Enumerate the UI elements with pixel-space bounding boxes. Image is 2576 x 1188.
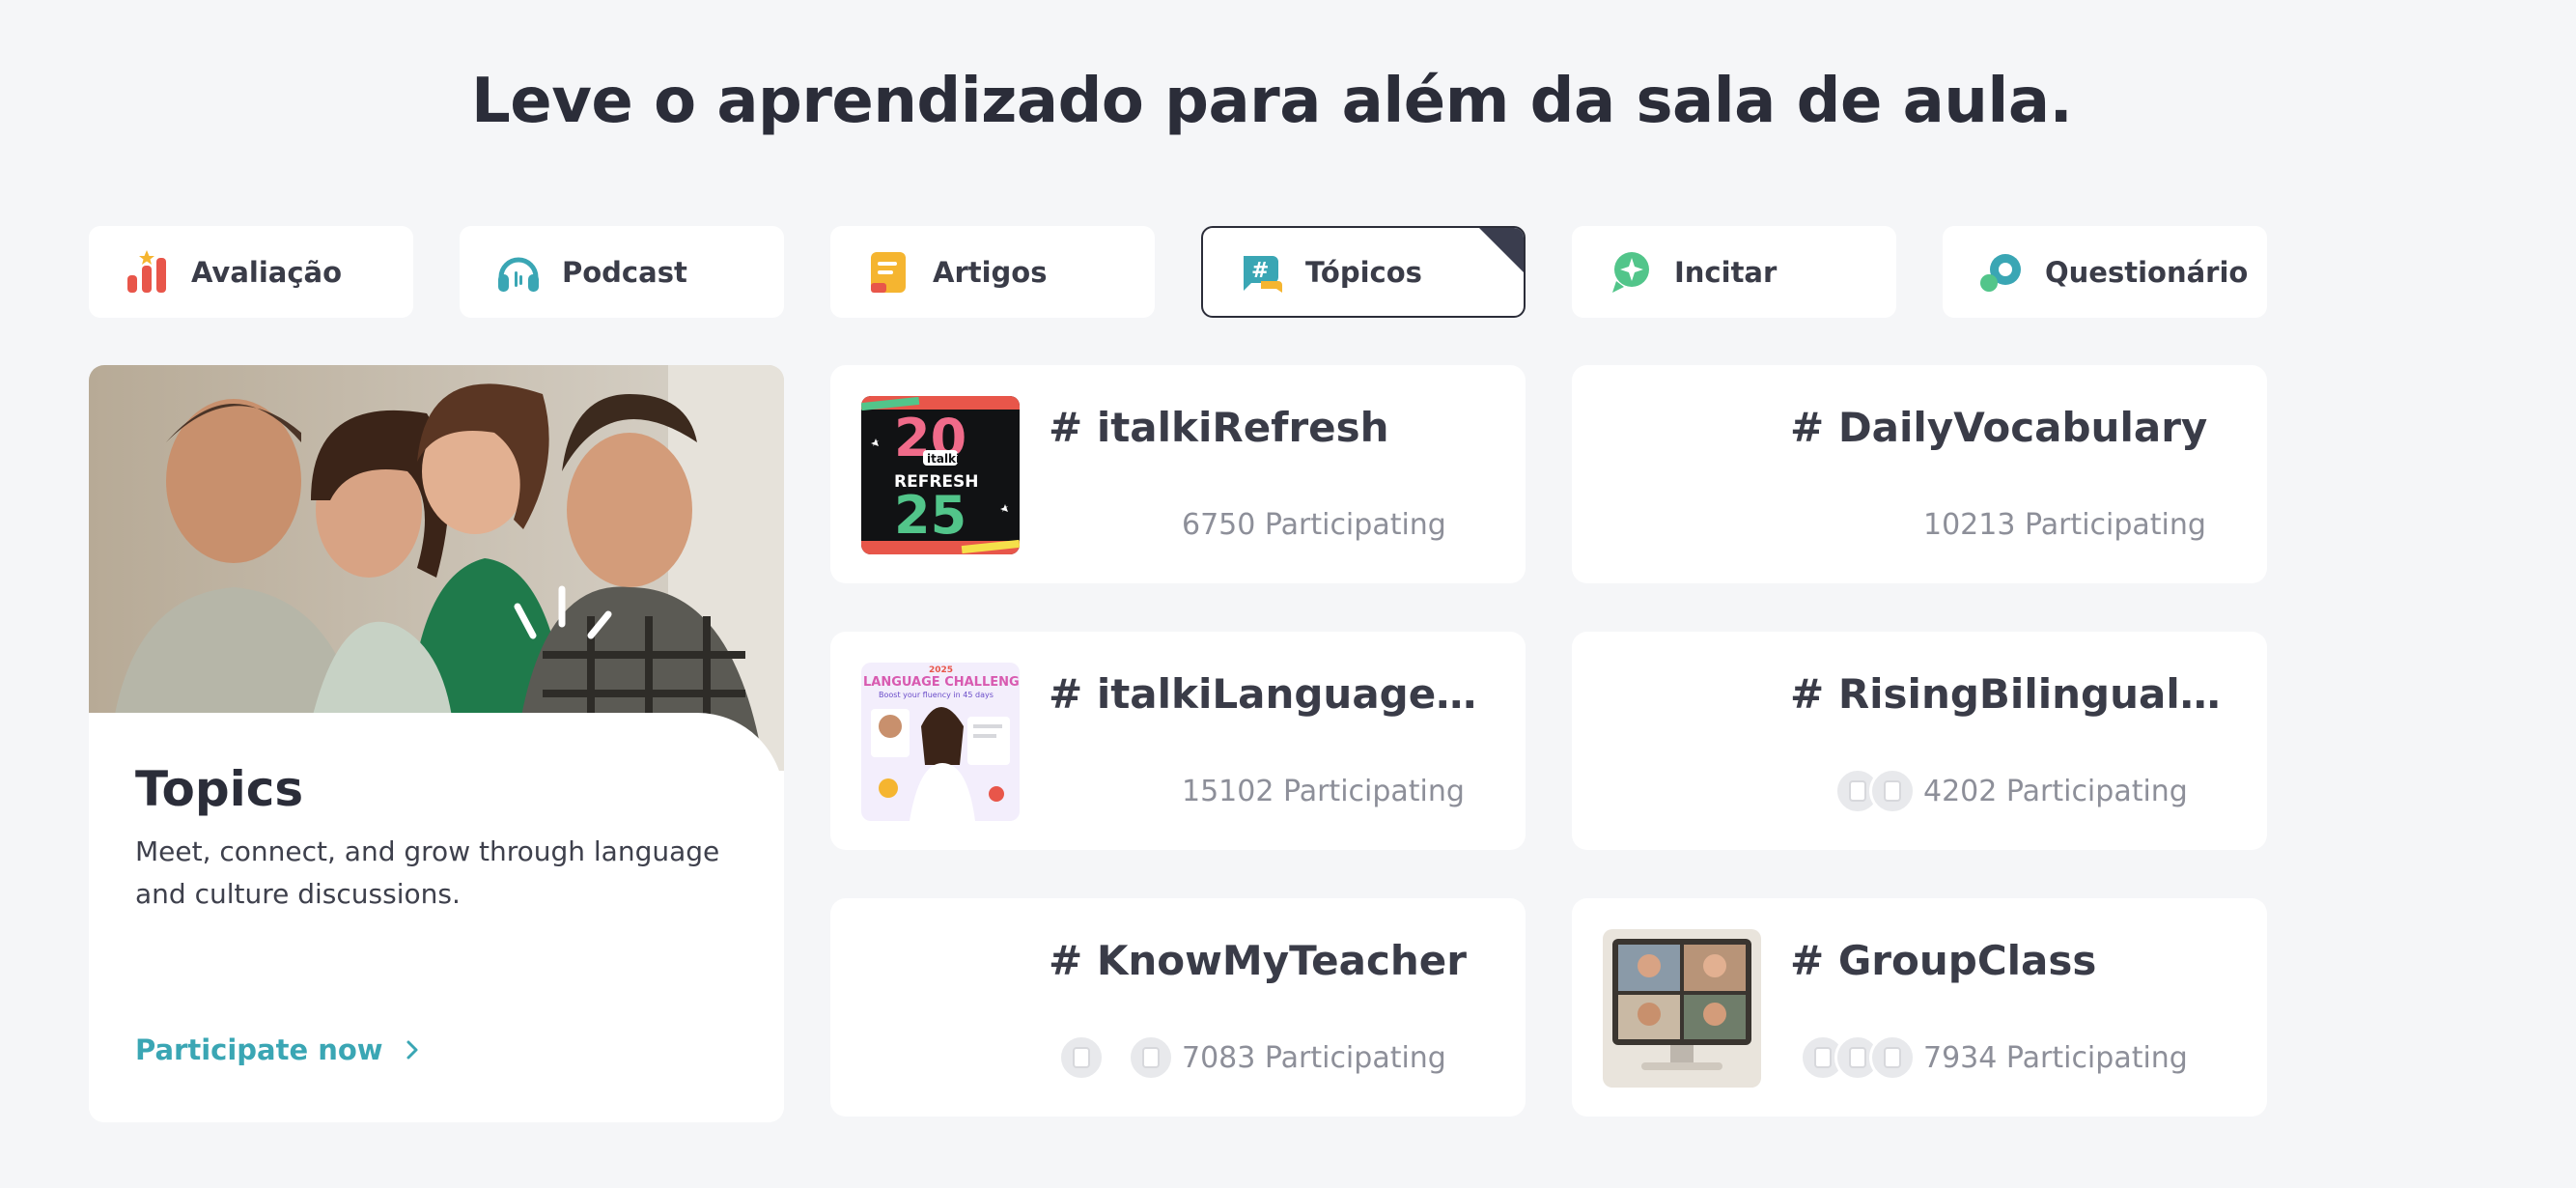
participant-count: 4202 Participating <box>1923 774 2188 808</box>
topic-hashtag: # RisingBilingualStar <box>1790 670 2244 718</box>
participant-avatars <box>1790 768 1916 814</box>
topic-hashtag: # GroupClass <box>1790 937 2097 984</box>
tab-podcast[interactable]: Podcast <box>460 226 784 318</box>
avatar-placeholder-icon <box>1869 768 1916 814</box>
feature-title: Topics <box>135 761 304 817</box>
tab-label: Questionário <box>2045 255 2249 289</box>
participant-count: 7934 Participating <box>1923 1040 2188 1075</box>
tab-questionario[interactable]: Questionário <box>1943 226 2267 318</box>
bar-chart-icon <box>127 249 166 293</box>
topic-card-italkilanguagechallenge[interactable]: 2025 LANGUAGE CHALLENGE Boost your fluen… <box>830 632 1526 850</box>
participate-now-link[interactable]: Participate now <box>135 1033 420 1066</box>
hashtag-chat-icon: # <box>1244 255 1282 293</box>
italki-brand-text: italki <box>927 452 960 466</box>
chevron-right-icon <box>406 1040 418 1060</box>
challenge-year: 2025 <box>929 665 953 675</box>
topic-hashtag: # italkiRefresh <box>1049 404 1389 451</box>
topic-card-dailyvocabulary[interactable]: # DailyVocabulary 10213 Participating <box>1572 365 2267 583</box>
participant-count: 10213 Participating <box>1923 507 2206 542</box>
language-challenge-thumbnail: 2025 LANGUAGE CHALLENGE Boost your fluen… <box>861 663 1020 821</box>
topic-card-risingbilingualstar[interactable]: # RisingBilingualStar 4202 Participating <box>1572 632 2267 850</box>
topic-hashtag: # DailyVocabulary <box>1790 404 2208 451</box>
italki-refresh-2025-thumbnail: 20 italki REFRESH 25 <box>861 396 1020 554</box>
participants-row: 15102 Participating <box>1049 767 1465 815</box>
refresh-bottom-digits: 25 <box>894 485 966 546</box>
challenge-subtitle: Boost your fluency in 45 days <box>879 691 994 699</box>
tab-label: Incitar <box>1674 255 1778 289</box>
topics-feature-card: Topics Meet, connect, and grow through l… <box>89 365 784 1122</box>
participants-row: 10213 Participating <box>1790 500 2206 549</box>
avatar-placeholder-icon <box>1869 1034 1916 1081</box>
page: Leve o aprendizado para além da sala de … <box>0 0 2576 1188</box>
participant-count: 6750 Participating <box>1182 507 1446 542</box>
participant-count: 15102 Participating <box>1182 774 1465 808</box>
tab-label: Avaliação <box>191 255 343 289</box>
topic-hashtag: # KnowMyTeacher <box>1049 937 1467 984</box>
participant-avatars <box>1049 1034 1174 1081</box>
topic-card-knowmyteacher[interactable]: # KnowMyTeacher 7083 Participating <box>830 898 1526 1117</box>
tab-incitar[interactable]: Incitar <box>1572 226 1896 318</box>
video-call-thumbnail <box>1603 929 1761 1088</box>
participant-avatars <box>1790 1034 1916 1081</box>
challenge-title: LANGUAGE CHALLENGE <box>863 675 1020 690</box>
sparkle-chat-icon <box>1612 251 1649 293</box>
svg-text:#: # <box>1251 259 1269 283</box>
tab-topicos[interactable]: # Tópicos <box>1201 226 1526 318</box>
active-tab-corner-marker <box>1479 228 1524 272</box>
participants-row: 4202 Participating <box>1790 767 2188 815</box>
tab-label: Podcast <box>562 255 687 289</box>
topic-hashtag: # italkiLanguageChal… <box>1049 670 1502 718</box>
tab-label: Tópicos <box>1305 255 1422 289</box>
group-of-friends-photo <box>89 365 784 771</box>
quiz-chat-icon <box>1980 253 2021 292</box>
tab-label: Artigos <box>933 255 1048 289</box>
topic-card-italkirefresh[interactable]: 20 italki REFRESH 25 # italkiRefresh 675… <box>830 365 1526 583</box>
participants-row: 7083 Participating <box>1049 1033 1446 1082</box>
participant-count: 7083 Participating <box>1182 1040 1446 1075</box>
tab-artigos[interactable]: Artigos <box>830 226 1155 318</box>
participate-now-label: Participate now <box>135 1033 383 1066</box>
headphones-icon <box>498 257 539 292</box>
avatar-placeholder-icon <box>1058 1034 1105 1081</box>
participants-row: 6750 Participating <box>1049 500 1446 549</box>
tab-avaliacao[interactable]: Avaliação <box>89 226 413 318</box>
topic-card-groupclass[interactable]: # GroupClass 7934 Participating <box>1572 898 2267 1117</box>
page-headline: Leve o aprendizado para além da sala de … <box>471 66 2073 137</box>
feature-description: Meet, connect, and grow through language… <box>135 835 720 910</box>
article-icon <box>871 251 906 293</box>
avatar-placeholder-icon <box>1128 1034 1174 1081</box>
participants-row: 7934 Participating <box>1790 1033 2188 1082</box>
